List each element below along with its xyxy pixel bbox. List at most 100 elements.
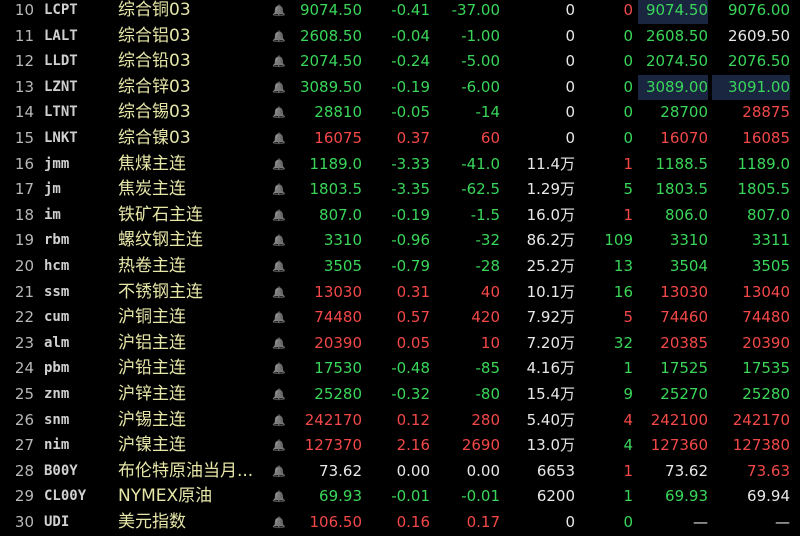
- quote-row[interactable]: 21 ssm 不锈钢主连 🔔 13030 0.31 40 10.1万 16 13030 13040: [0, 280, 800, 306]
- quote-row[interactable]: 17 jm 焦炭主连 🔔 1803.5 -3.35 -62.5 1.29万 5 1803.5 180…: [0, 177, 800, 203]
- bell-icon[interactable]: 🔔: [271, 126, 287, 152]
- symbol-code: nim: [44, 437, 70, 454]
- last-price: 17530: [314, 359, 362, 378]
- bid-price: 1803.5: [655, 180, 709, 199]
- bell-icon[interactable]: 🔔: [271, 331, 287, 357]
- last-price: 1803.5: [309, 180, 363, 199]
- quote-row[interactable]: 11 LALT 综合铝03 🔔 2608.50 -0.04 -1.00 0 0 2608.50 26…: [0, 24, 800, 50]
- instrument-name: 沪镍主连: [118, 435, 186, 456]
- quote-row[interactable]: 30 UDI 美元指数 🔔 106.50 0.16 0.17 0 0 — —: [0, 510, 800, 536]
- bell-icon[interactable]: 🔔: [271, 305, 287, 331]
- quote-row[interactable]: 20 hcm 热卷主连 🔔 3505 -0.79 -28 25.2万 13 3504 3505: [0, 254, 800, 280]
- bid-price: 74460: [660, 308, 708, 327]
- current-lots: 0: [623, 77, 633, 96]
- quote-row[interactable]: 14 LTNT 综合锡03 🔔 28810 -0.05 -14 0 0 28700 28875: [0, 100, 800, 126]
- last-price: 69.93: [319, 487, 362, 506]
- quote-row[interactable]: 29 CL00Y NYMEX原油 🔔 69.93 -0.01 -0.01 6200 1 69.93…: [0, 484, 800, 510]
- bell-icon[interactable]: 🔔: [271, 510, 287, 536]
- current-lots: 1: [623, 205, 633, 224]
- quote-row[interactable]: 27 nim 沪镍主连 🔔 127370 2.16 2690 13.0万 4 127360 1273…: [0, 433, 800, 459]
- bell-icon[interactable]: 🔔: [271, 280, 287, 306]
- ask-price: 9076.00: [727, 1, 790, 19]
- bid-price: 73.62: [665, 461, 708, 480]
- quote-row[interactable]: 28 B00Y 布伦特原油当月... 🔔 73.62 0.00 0.00 6653 1 73.62…: [0, 459, 800, 485]
- quote-row[interactable]: 19 rbm 螺纹钢主连 🔔 3310 -0.96 -32 86.2万 109 3310 3311: [0, 228, 800, 254]
- bid-price: 25270: [660, 385, 708, 403]
- bell-icon[interactable]: 🔔: [271, 356, 287, 382]
- bell-icon[interactable]: 🔔: [271, 228, 287, 254]
- bell-icon[interactable]: 🔔: [271, 433, 287, 459]
- row-index: 16: [14, 154, 34, 173]
- current-lots: 0: [623, 26, 633, 45]
- bid-price: 16070: [660, 129, 708, 147]
- last-price: 127370: [304, 436, 362, 455]
- change-percent: -0.32: [391, 385, 430, 403]
- last-price: 13030: [314, 282, 362, 301]
- bell-icon[interactable]: 🔔: [271, 382, 287, 408]
- instrument-name: 综合镍03: [118, 128, 191, 148]
- change-amount: -6.00: [461, 77, 500, 96]
- bid-price: 9074.50: [638, 0, 708, 24]
- change-percent: 0.00: [396, 461, 430, 480]
- quote-row[interactable]: 24 pbm 沪铅主连 🔔 17530 -0.48 -85 4.16万 1 17525 17535: [0, 356, 800, 382]
- bell-icon[interactable]: 🔔: [271, 152, 287, 178]
- instrument-name: 铁矿石主连: [118, 204, 203, 225]
- quote-row[interactable]: 12 LLDT 综合铅03 🔔 2074.50 -0.24 -5.00 0 0 2074.50 20…: [0, 49, 800, 75]
- quote-row[interactable]: 23 alm 沪铝主连 🔔 20390 0.05 10 7.20万 32 20385 20390: [0, 331, 800, 357]
- row-index: 25: [14, 385, 34, 403]
- bell-icon[interactable]: 🔔: [271, 177, 287, 203]
- quote-row[interactable]: 13 LZNT 综合锌03 🔔 3089.50 -0.19 -6.00 0 0 3089.00 30…: [0, 74, 800, 101]
- symbol-code: B00Y: [44, 462, 78, 479]
- row-index: 10: [14, 1, 34, 19]
- symbol-code: znm: [44, 386, 70, 402]
- bell-icon[interactable]: 🔔: [271, 203, 287, 229]
- symbol-code: LCPT: [44, 2, 78, 18]
- quote-row[interactable]: 22 cum 沪铜主连 🔔 74480 0.57 420 7.92万 5 74460 74480: [0, 305, 800, 331]
- bell-icon[interactable]: 🔔: [271, 100, 287, 126]
- bid-price: 242100: [650, 410, 708, 429]
- quote-row[interactable]: 18 im 铁矿石主连 🔔 807.0 -0.19 -1.5 16.0万 1 806.0 807.0: [0, 203, 800, 229]
- change-percent: -0.24: [391, 52, 430, 71]
- ask-price: 2609.50: [727, 26, 790, 45]
- volume: 0: [565, 77, 575, 96]
- quote-row[interactable]: 10 LCPT 综合铜03 🔔 9074.50 -0.41 -37.00 0 0 9074.50 9…: [0, 0, 800, 24]
- change-amount: 420: [471, 308, 500, 327]
- instrument-name: NYMEX原油: [118, 486, 213, 507]
- bell-icon[interactable]: 🔔: [271, 24, 287, 50]
- instrument-name: 布伦特原油当月...: [118, 460, 254, 481]
- bell-icon[interactable]: 🔔: [271, 459, 287, 485]
- symbol-code: CL00Y: [44, 488, 87, 505]
- bid-price: 13030: [660, 282, 708, 301]
- quote-row[interactable]: 25 znm 沪锌主连 🔔 25280 -0.32 -80 15.4万 9 25270 25280: [0, 382, 800, 408]
- instrument-name: 美元指数: [118, 512, 186, 532]
- bell-icon[interactable]: 🔔: [271, 49, 287, 75]
- bell-icon[interactable]: 🔔: [271, 0, 287, 24]
- change-percent: -3.35: [391, 180, 430, 199]
- current-lots: 9: [623, 385, 633, 403]
- last-price: 3089.50: [299, 77, 362, 96]
- ask-price: 73.63: [747, 461, 790, 480]
- instrument-name: 沪铅主连: [118, 358, 186, 379]
- change-percent: -0.05: [391, 103, 430, 122]
- row-index: 18: [14, 205, 34, 224]
- bid-price: 806.0: [665, 205, 708, 224]
- ask-price: 3311: [751, 231, 790, 250]
- quote-row[interactable]: 16 jmm 焦煤主连 🔔 1189.0 -3.33 -41.0 11.4万 1 1188.5 11…: [0, 152, 800, 178]
- bell-icon[interactable]: 🔔: [271, 75, 287, 101]
- volume: 11.4万: [526, 154, 575, 173]
- instrument-name: 沪锡主连: [118, 409, 186, 430]
- last-price: 2074.50: [299, 52, 362, 71]
- row-index: 21: [14, 282, 34, 301]
- bell-icon[interactable]: 🔔: [271, 484, 287, 510]
- symbol-code: LNKT: [44, 130, 78, 146]
- change-amount: 10: [480, 333, 500, 352]
- bell-icon[interactable]: 🔔: [271, 408, 287, 434]
- current-lots: 1: [623, 461, 633, 480]
- quote-row[interactable]: 26 snm 沪锡主连 🔔 242170 0.12 280 5.40万 4 242100 24217…: [0, 408, 800, 434]
- symbol-code: LALT: [44, 27, 78, 44]
- quote-row[interactable]: 15 LNKT 综合镍03 🔔 16075 0.37 60 0 0 16070 16085: [0, 126, 800, 152]
- bell-icon[interactable]: 🔔: [271, 254, 287, 280]
- ask-price: 17535: [742, 359, 790, 378]
- volume: 0: [565, 103, 575, 122]
- ask-price: 74480: [742, 308, 790, 327]
